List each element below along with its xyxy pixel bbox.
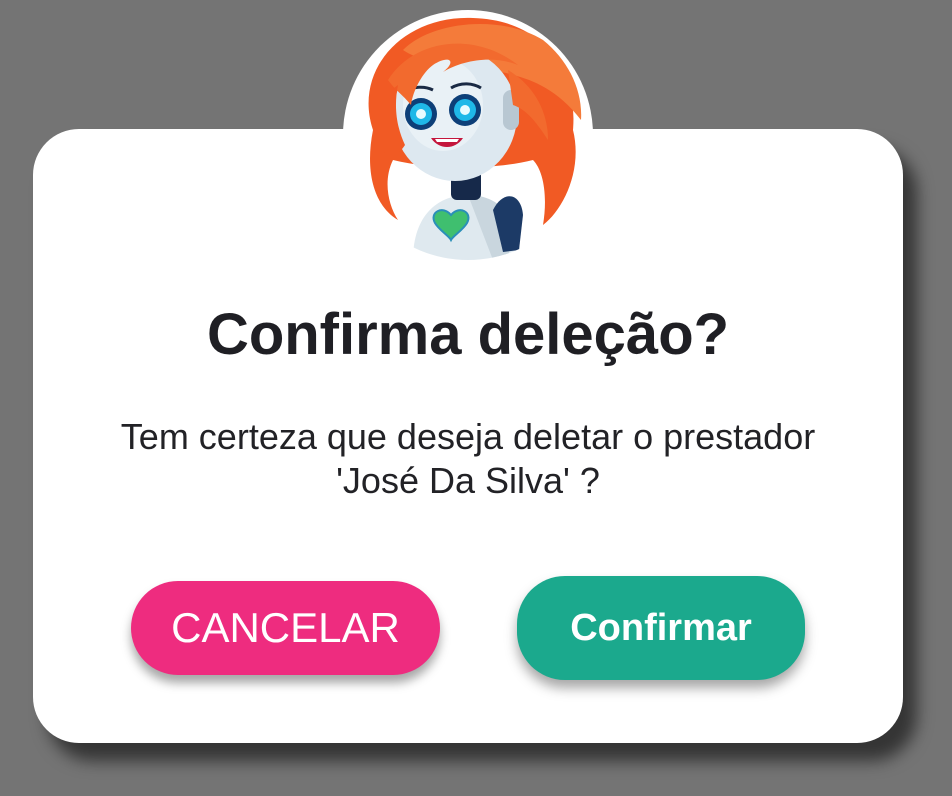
dialog-message-line-2: 'José Da Silva' ? (336, 460, 600, 501)
dialog-message-line-1: Tem certeza que deseja deletar o prestad… (120, 416, 816, 457)
dialog-title: Confirma deleção? (206, 302, 730, 367)
robot-mascot-icon (368, 17, 582, 260)
confirm-button[interactable]: Confirmar (517, 576, 805, 680)
dialog-message: Tem certeza que deseja deletar o prestad… (73, 415, 863, 503)
robot-mascot-avatar (343, 10, 593, 260)
cancel-button[interactable]: CANCELAR (131, 581, 440, 675)
